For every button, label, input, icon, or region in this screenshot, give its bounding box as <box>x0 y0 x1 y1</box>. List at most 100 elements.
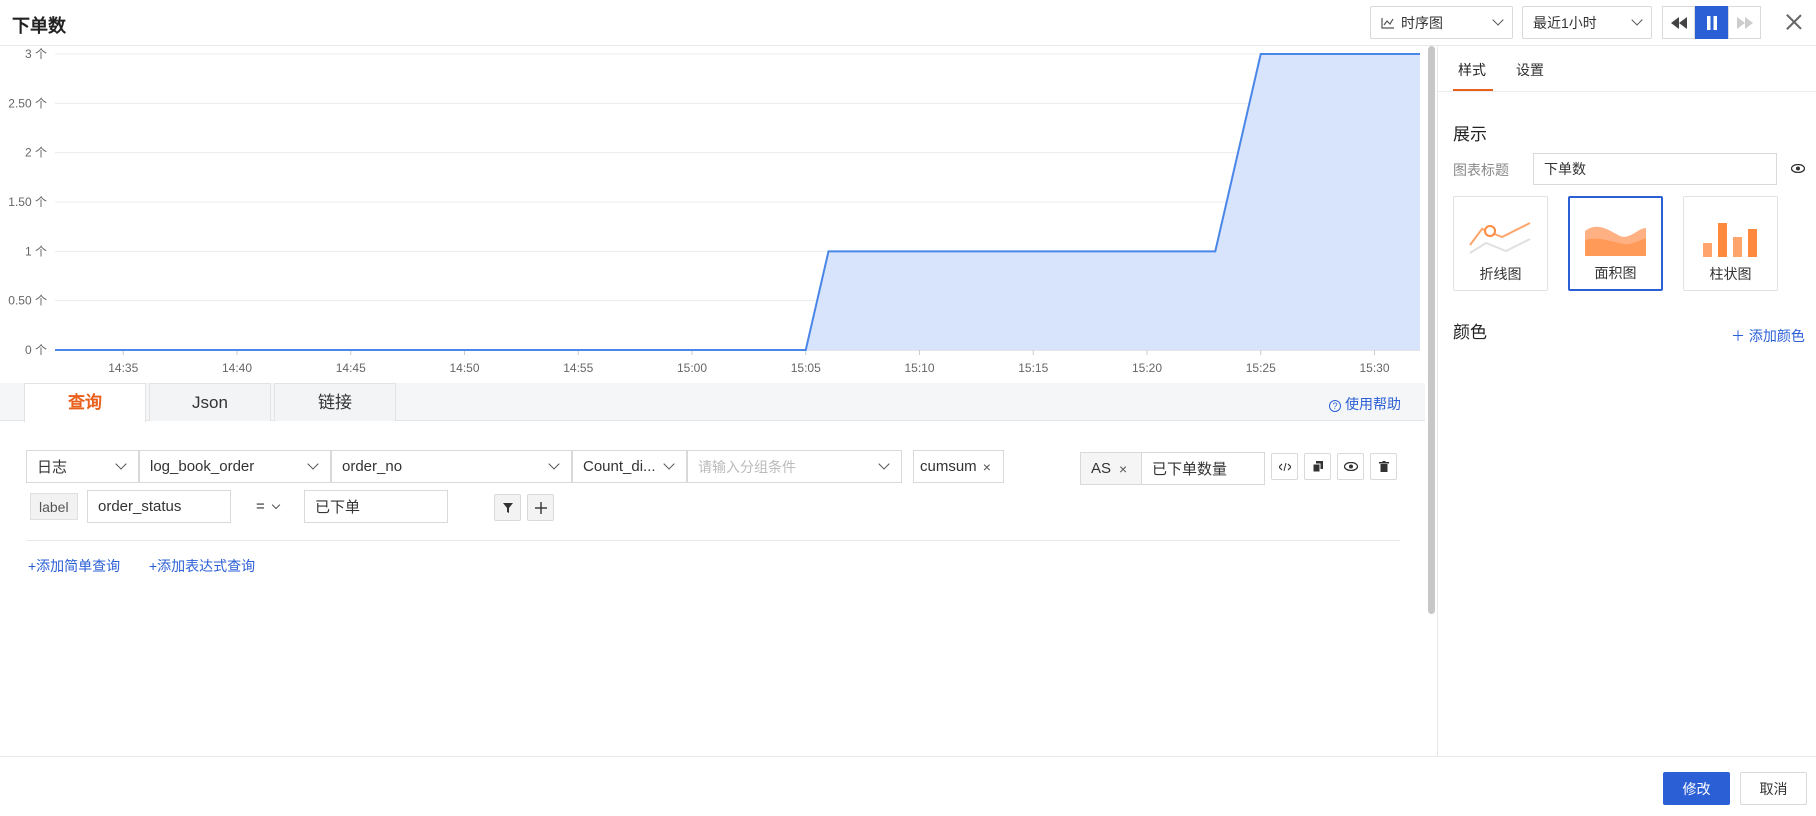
source-select[interactable]: 日志 <box>26 450 139 483</box>
close-icon[interactable]: × <box>1119 461 1127 477</box>
help-label: 使用帮助 <box>1345 396 1401 412</box>
cancel-button[interactable]: 取消 <box>1740 772 1807 805</box>
display-section-title: 展示 <box>1453 125 1487 144</box>
filter-button[interactable] <box>494 494 521 521</box>
alias-input[interactable]: 已下单数量 <box>1141 452 1265 485</box>
preview-button[interactable] <box>1337 453 1364 480</box>
table-value: log_book_order <box>150 458 255 475</box>
plus-icon: ＋ <box>1731 328 1749 344</box>
add-color-link[interactable]: ＋ 添加颜色 <box>1731 326 1805 346</box>
divider <box>26 540 1400 541</box>
y-tick-label: 0 个 <box>25 343 47 357</box>
delete-button[interactable] <box>1370 453 1397 480</box>
y-tick-label: 1.50 个 <box>8 195 47 209</box>
x-tick-label: 14:50 <box>449 361 479 375</box>
y-tick-label: 3 个 <box>25 47 47 61</box>
tab-style[interactable]: 样式 <box>1458 60 1486 80</box>
query-tabs: 查询 Json 链接 ? 使用帮助 <box>0 383 1425 422</box>
y-tick-label: 2.50 个 <box>8 96 47 110</box>
rewind-icon <box>1670 16 1687 29</box>
chevron-down-icon <box>548 458 560 470</box>
table-select[interactable]: log_book_order <box>139 450 331 483</box>
chart-type-label: 折线图 <box>1479 266 1522 282</box>
close-icon[interactable] <box>1784 12 1804 32</box>
aggregation-select[interactable]: Count_di... <box>572 450 687 483</box>
fast-forward-icon <box>1736 16 1753 29</box>
function-tag-label: cumsum <box>920 458 977 475</box>
eye-icon <box>1343 462 1358 471</box>
chart-type-bar[interactable]: 柱状图 <box>1683 196 1778 291</box>
tabs-border <box>1438 91 1816 92</box>
x-tick-label: 15:10 <box>904 361 934 375</box>
chart-type-area[interactable]: 面积图 <box>1568 196 1663 291</box>
field-select[interactable]: order_no <box>331 450 572 483</box>
add-simple-query-link[interactable]: +添加简单查询 <box>28 556 120 576</box>
area-chart-icon <box>1585 226 1646 256</box>
bar-chart-icon <box>1703 223 1757 257</box>
confirm-button[interactable]: 修改 <box>1663 772 1730 805</box>
chevron-down-icon <box>663 458 675 470</box>
copy-button[interactable] <box>1304 453 1331 480</box>
y-tick-label: 2 个 <box>25 146 47 160</box>
x-tick-label: 15:00 <box>677 361 707 375</box>
filter-operator-value: = <box>256 498 265 515</box>
x-tick-label: 15:15 <box>1018 361 1048 375</box>
y-tick-label: 0.50 个 <box>8 294 47 308</box>
scrollbar[interactable] <box>1428 46 1435 614</box>
chevron-down-icon <box>1492 14 1504 26</box>
chart-type-line[interactable]: 折线图 <box>1453 196 1548 291</box>
chart-type-select[interactable]: 时序图 <box>1370 6 1513 39</box>
x-tick-label: 15:20 <box>1132 361 1162 375</box>
x-tick-label: 15:30 <box>1359 361 1389 375</box>
code-button[interactable] <box>1271 453 1298 480</box>
tab-query[interactable]: 查询 <box>24 383 146 422</box>
add-filter-button[interactable] <box>527 494 554 521</box>
pause-button[interactable] <box>1695 6 1728 39</box>
x-tick-label: 14:35 <box>108 361 138 375</box>
tab-json[interactable]: Json <box>149 383 271 421</box>
chart-title-value: 下单数 <box>1544 161 1586 177</box>
x-tick-label: 14:45 <box>336 361 366 375</box>
plus-icon <box>534 501 547 514</box>
alias-value: 已下单数量 <box>1152 461 1228 478</box>
time-range-select[interactable]: 最近1小时 <box>1522 6 1652 39</box>
filter-label-tag: label <box>30 493 78 520</box>
chart-type-value: 时序图 <box>1401 14 1443 31</box>
chevron-down-icon <box>115 458 127 470</box>
time-series-chart: 0 个 0.50 个 1 个 1.50 个 2 个 2.50 个 3 个 14:35 14:40… <box>8 47 1420 375</box>
top-bar: 下单数 时序图 最近1小时 <box>0 0 1816 46</box>
function-tag: cumsum × <box>913 450 1004 483</box>
chevron-down-icon <box>878 458 890 470</box>
y-tick-label: 1 个 <box>25 244 47 258</box>
copy-icon <box>1312 461 1323 472</box>
line-chart-icon <box>1381 17 1394 29</box>
chevron-down-icon <box>271 500 281 510</box>
footer: 修改 取消 <box>0 756 1816 816</box>
filter-operator-select[interactable]: = <box>256 498 281 515</box>
chart-title-input[interactable]: 下单数 <box>1533 153 1777 185</box>
group-by-select[interactable]: 请输入分组条件 <box>687 450 902 483</box>
x-tick-label: 14:40 <box>222 361 252 375</box>
filter-key-value: order_status <box>98 498 182 515</box>
chart-type-label: 面积图 <box>1594 265 1637 281</box>
fast-forward-button[interactable] <box>1728 6 1761 39</box>
time-range-value: 最近1小时 <box>1533 14 1597 31</box>
filter-value-input[interactable]: 已下单 <box>304 490 448 523</box>
x-tick-label: 15:05 <box>791 361 821 375</box>
group-by-placeholder: 请输入分组条件 <box>698 458 796 475</box>
close-icon[interactable]: × <box>983 459 991 475</box>
tab-link[interactable]: 链接 <box>274 383 396 421</box>
as-label: AS <box>1091 460 1112 477</box>
add-expression-query-link[interactable]: +添加表达式查询 <box>149 556 255 576</box>
rewind-button[interactable] <box>1662 6 1695 39</box>
help-link[interactable]: ? 使用帮助 <box>1329 394 1401 414</box>
filter-key-input[interactable]: order_status <box>87 490 231 523</box>
color-section-title: 颜色 <box>1453 323 1487 342</box>
source-value: 日志 <box>37 459 68 476</box>
add-color-label: 添加颜色 <box>1748 328 1805 344</box>
eye-icon[interactable] <box>1791 164 1805 173</box>
chevron-down-icon <box>307 458 319 470</box>
trash-icon <box>1378 461 1389 472</box>
chevron-down-icon <box>1631 14 1643 26</box>
tab-settings[interactable]: 设置 <box>1516 60 1544 80</box>
